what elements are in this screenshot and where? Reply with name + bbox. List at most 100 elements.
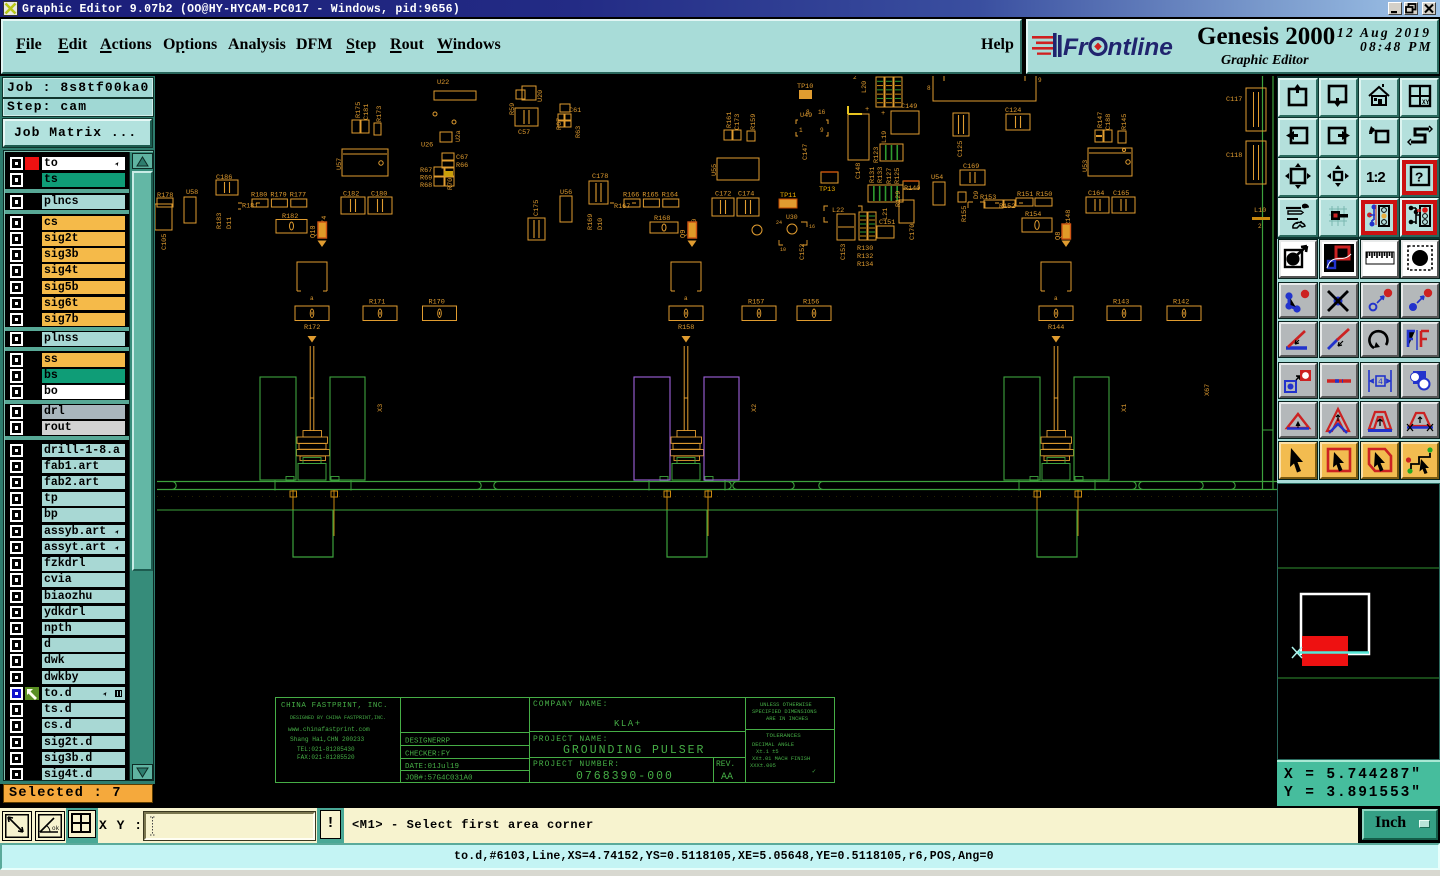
svg-text:8: 8 [927, 85, 931, 92]
svg-text:R171: R171 [369, 299, 385, 307]
svg-text:R70: R70 [447, 178, 455, 190]
svg-text:FAX:021-81285520: FAX:021-81285520 [297, 754, 355, 761]
svg-text:R130: R130 [857, 245, 873, 253]
svg-text:ok: ok [52, 825, 60, 832]
svg-text:D11: D11 [226, 217, 234, 229]
svg-text:9: 9 [820, 127, 824, 134]
svg-text:0768390-000: 0768390-000 [576, 770, 674, 783]
svg-text:C153: C153 [840, 244, 848, 260]
svg-text:+: + [865, 106, 869, 114]
svg-text:2: 2 [853, 76, 857, 81]
svg-text:U20: U20 [537, 90, 545, 102]
svg-text:X3: X3 [377, 404, 385, 412]
svg-text:TP13: TP13 [819, 186, 835, 194]
svg-text:ntline: ntline [1108, 34, 1173, 61]
svg-text:R142: R142 [1173, 299, 1189, 307]
svg-text:?: ? [1415, 171, 1423, 187]
svg-text:GROUNDING PULSER: GROUNDING PULSER [563, 744, 705, 757]
svg-text:UNLESS OTHERWISE: UNLESS OTHERWISE [760, 702, 812, 708]
svg-text:R143: R143 [1113, 299, 1129, 307]
svg-text:COMPANY NAME:: COMPANY NAME: [533, 700, 608, 709]
svg-text:24: 24 [776, 220, 782, 226]
svg-text:PROJECT NUMBER:: PROJECT NUMBER: [533, 760, 620, 769]
svg-text:16: 16 [818, 109, 826, 116]
svg-text:U58: U58 [186, 189, 198, 197]
svg-text:C178: C178 [592, 173, 608, 181]
svg-text:CHINA FASTPRINT, INC.: CHINA FASTPRINT, INC. [281, 702, 388, 710]
svg-text:XY: XY [1422, 99, 1430, 106]
svg-text:16: 16 [809, 224, 815, 230]
svg-text:U30: U30 [786, 214, 798, 221]
svg-text:XX±.01 MACH FINISH: XX±.01 MACH FINISH [752, 756, 810, 762]
svg-text:R161: R161 [726, 112, 734, 128]
svg-text:1: 1 [799, 127, 803, 134]
svg-text:C147: C147 [802, 144, 810, 160]
svg-text:R183: R183 [216, 213, 224, 229]
svg-text:REV.: REV. [716, 760, 735, 769]
svg-text:a: a [310, 295, 314, 302]
svg-text:C105: C105 [161, 234, 169, 250]
svg-text:U55: U55 [711, 164, 719, 176]
svg-text:U26: U26 [421, 142, 433, 150]
svg-text:C117: C117 [1226, 96, 1242, 104]
svg-text:R178: R178 [157, 192, 173, 200]
svg-text:R66: R66 [456, 162, 468, 170]
svg-text:R156: R156 [803, 299, 819, 307]
svg-text:PROJECT NAME:: PROJECT NAME: [533, 735, 608, 744]
svg-text:C188: C188 [1105, 114, 1113, 130]
svg-text:R170: R170 [429, 299, 445, 307]
svg-text:C181: C181 [363, 104, 371, 120]
svg-text:R59: R59 [509, 103, 517, 115]
svg-text:R181: R181 [242, 203, 258, 211]
svg-text:U57: U57 [336, 158, 344, 170]
svg-text:C125: C125 [957, 141, 965, 157]
svg-text:DESIGNERRP: DESIGNERRP [405, 738, 451, 746]
svg-text:DESIGNED BY CHINA FASTPRINT,IN: DESIGNED BY CHINA FASTPRINT,INC. [290, 715, 386, 721]
svg-text:L19: L19 [881, 131, 889, 143]
svg-text:R159: R159 [750, 114, 758, 130]
svg-text:4: 4 [1378, 378, 1383, 387]
svg-text:www.chinafastprint.com: www.chinafastprint.com [288, 726, 370, 733]
svg-text:R147: R147 [1097, 112, 1105, 128]
svg-text:R166: R166 [623, 192, 639, 200]
svg-text:Fr: Fr [1063, 34, 1089, 61]
svg-text:R177: R177 [290, 192, 306, 200]
svg-text:C174: C174 [738, 191, 754, 199]
svg-text:R172: R172 [304, 324, 320, 332]
svg-text:C148: C148 [855, 163, 863, 179]
svg-text:DECIMAL ANGLE: DECIMAL ANGLE [752, 742, 794, 748]
svg-text:10: 10 [780, 247, 786, 253]
svg-text:SPECIFIED DIMENSIONS: SPECIFIED DIMENSIONS [752, 709, 817, 715]
svg-text:R63: R63 [575, 126, 583, 138]
svg-text:R169: R169 [587, 214, 595, 230]
svg-text:L20: L20 [861, 81, 869, 93]
svg-text:R175: R175 [355, 102, 363, 118]
svg-text:9: 9 [1038, 77, 1042, 84]
svg-text:C170: C170 [909, 224, 917, 240]
svg-text:KLA+: KLA+ [614, 719, 642, 729]
svg-text:C57: C57 [518, 129, 530, 137]
svg-text:R164: R164 [662, 192, 678, 200]
svg-text:R131: R131 [869, 167, 877, 183]
svg-text:R133: R133 [877, 167, 885, 183]
svg-text:U22: U22 [437, 79, 449, 87]
svg-text:C186: C186 [216, 174, 232, 182]
svg-text:U2a: U2a [455, 130, 462, 142]
svg-text:TP10: TP10 [797, 83, 813, 91]
svg-text:DATE:01Jul19: DATE:01Jul19 [405, 763, 459, 771]
svg-text:R153: R153 [980, 194, 996, 202]
svg-text:X1: X1 [1121, 404, 1129, 412]
svg-text:R145: R145 [1121, 114, 1129, 130]
svg-text:X±.1 ±5: X±.1 ±5 [756, 749, 779, 755]
svg-text:AA: AA [721, 772, 733, 783]
svg-text:Q9: Q9 [680, 230, 688, 238]
svg-text:R155: R155 [961, 206, 969, 222]
svg-text:TOLERANCES: TOLERANCES [766, 732, 801, 739]
svg-text:XXX±.005: XXX±.005 [750, 763, 776, 769]
svg-text:Shang Hai,CHN 200233: Shang Hai,CHN 200233 [290, 736, 365, 743]
svg-text:R165: R165 [642, 192, 658, 200]
svg-text:R173: R173 [376, 106, 384, 122]
svg-text:ARE IN INCHES: ARE IN INCHES [766, 716, 808, 722]
svg-text:R132: R132 [857, 253, 873, 261]
svg-text:R134: R134 [857, 261, 873, 269]
